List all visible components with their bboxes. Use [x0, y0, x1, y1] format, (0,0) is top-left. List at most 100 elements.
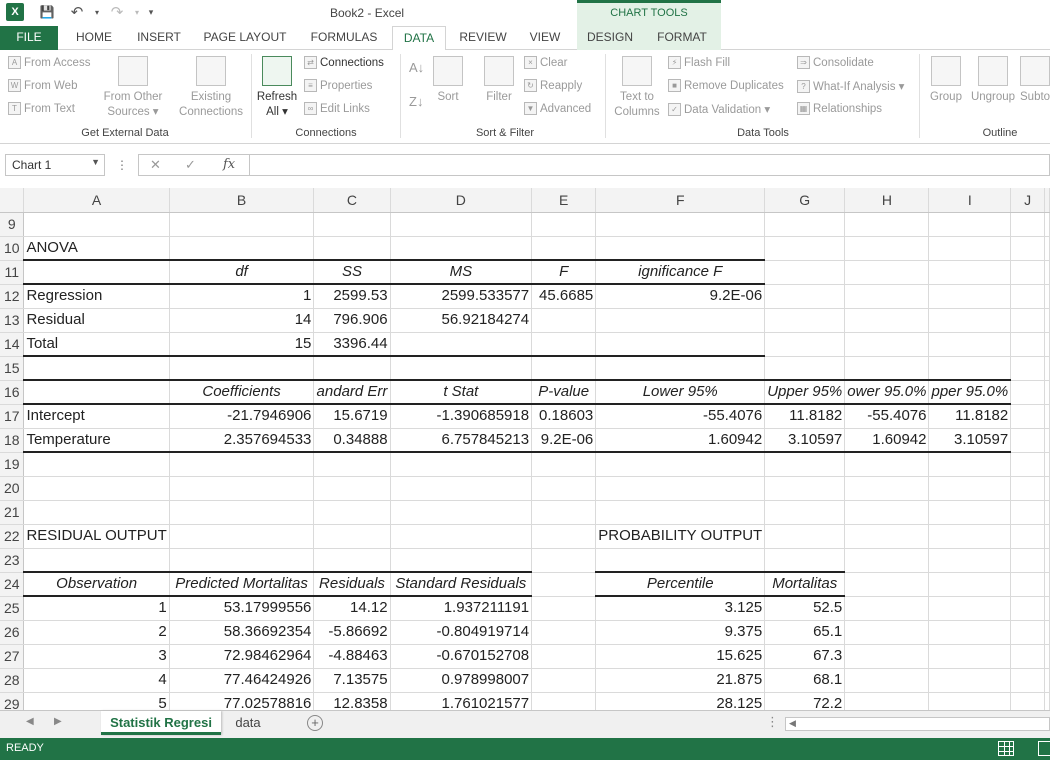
tab-file[interactable]: FILE	[0, 26, 58, 50]
cell-c19[interactable]	[313, 452, 391, 477]
row-header[interactable]: 18	[0, 428, 25, 453]
cell-c9[interactable]	[313, 212, 391, 237]
more-options-icon[interactable]: ⋮	[116, 158, 128, 172]
cell-e25[interactable]	[531, 596, 597, 621]
cell-h26[interactable]	[844, 620, 930, 645]
from-access-button[interactable]: A From Access	[8, 56, 90, 69]
row-header[interactable]: 21	[0, 500, 25, 525]
cell-j25[interactable]	[1010, 596, 1045, 621]
clear-filter-button[interactable]: × Clear	[524, 56, 567, 69]
cell-i26[interactable]	[928, 620, 1012, 645]
tab-design[interactable]: DESIGN	[577, 26, 643, 50]
sheet-tab-data[interactable]: data	[222, 711, 274, 735]
cell-h13[interactable]	[844, 308, 930, 333]
cell-a15[interactable]	[23, 356, 170, 381]
customize-qat-icon[interactable]: ▾	[142, 3, 160, 21]
cell-a28[interactable]: 4	[23, 668, 170, 693]
worksheet-grid[interactable]: A B C D E F G H I J 9 10 ANOVA 11 df SS MS Fignificance F…	[0, 188, 1050, 710]
cell-f16[interactable]: Lower 95%	[595, 379, 766, 405]
cell-c26[interactable]: -5.86692	[313, 620, 391, 645]
cell-d26[interactable]: -0.804919714	[390, 620, 533, 645]
tab-format[interactable]: FORMAT	[643, 26, 721, 50]
cell-b19[interactable]	[169, 452, 315, 477]
cell-f26[interactable]: 9.375	[595, 620, 766, 645]
row-header[interactable]: 19	[0, 452, 25, 477]
cell-b16[interactable]: Coefficients	[169, 379, 315, 405]
row-header[interactable]: 13	[0, 308, 25, 333]
cell-f24[interactable]: Percentile	[595, 571, 766, 597]
cell-i28[interactable]	[928, 668, 1012, 693]
cell-i21[interactable]	[928, 500, 1012, 525]
cell-a11[interactable]	[23, 259, 170, 285]
cell-a24[interactable]: Observation	[23, 571, 170, 597]
cell-e24[interactable]	[531, 572, 597, 597]
row-header[interactable]: 24	[0, 572, 25, 597]
cell-g24[interactable]: Mortalitas	[764, 571, 846, 597]
cell-d24[interactable]: Standard Residuals	[390, 571, 533, 597]
cell-e11[interactable]: F	[531, 259, 597, 285]
cell-e16[interactable]: P-value	[531, 379, 597, 405]
cell-h20[interactable]	[844, 476, 930, 501]
undo-dropdown-icon[interactable]: ▾	[88, 3, 106, 21]
column-header-f[interactable]: F	[595, 188, 766, 213]
column-header-a[interactable]: A	[23, 188, 170, 213]
cell-d22[interactable]	[390, 524, 533, 549]
sort-za-button[interactable]: Z↓	[409, 94, 423, 109]
cell-j9[interactable]	[1010, 212, 1045, 237]
cell-j16[interactable]	[1010, 380, 1045, 405]
cell-j28[interactable]	[1010, 668, 1045, 693]
cell-d23[interactable]	[390, 548, 533, 573]
cell-i12[interactable]	[928, 284, 1012, 309]
save-icon[interactable]: 💾	[38, 3, 56, 21]
column-header-i[interactable]: I	[928, 188, 1012, 213]
cell-e26[interactable]	[531, 620, 597, 645]
cell-f27[interactable]: 15.625	[595, 644, 766, 669]
cell-a17[interactable]: Intercept	[23, 403, 170, 429]
cell-i23[interactable]	[928, 548, 1012, 573]
cell-h27[interactable]	[844, 644, 930, 669]
tab-view[interactable]: VIEW	[520, 26, 570, 50]
row-header[interactable]: 12	[0, 284, 25, 309]
cell-i18[interactable]: 3.10597	[928, 428, 1012, 453]
cell-c13[interactable]: 796.906	[313, 308, 391, 333]
cell-i15[interactable]	[928, 356, 1012, 381]
cell-e28[interactable]	[531, 668, 597, 693]
cell-g19[interactable]	[764, 452, 846, 477]
cell-g25[interactable]: 52.5	[764, 596, 846, 621]
advanced-filter-button[interactable]: ▼ Advanced	[524, 102, 591, 115]
consolidate-button[interactable]: ⇒ Consolidate	[797, 56, 874, 69]
cell-g22[interactable]	[764, 524, 846, 549]
cell-f12[interactable]: 9.2E-06	[595, 283, 766, 309]
sheet-tab-statistik-regresi[interactable]: Statistik Regresi	[101, 711, 221, 735]
cell-h9[interactable]	[844, 212, 930, 237]
cell-f22[interactable]: PROBABILITY OUTPUT	[595, 524, 766, 549]
cell-e20[interactable]	[531, 476, 597, 501]
cell-j17[interactable]	[1010, 404, 1045, 429]
cell-g23[interactable]	[764, 548, 846, 573]
row-header[interactable]: 11	[0, 260, 25, 285]
tab-split-handle-icon[interactable]: ⋮	[766, 714, 779, 730]
cell-i20[interactable]	[928, 476, 1012, 501]
cell-h24[interactable]	[844, 572, 930, 597]
undo-icon[interactable]: ↶	[68, 3, 86, 21]
cell-e13[interactable]	[531, 308, 597, 333]
cell-i14[interactable]	[928, 332, 1012, 357]
cell-j10[interactable]	[1010, 236, 1045, 261]
cell-b21[interactable]	[169, 500, 315, 525]
cell-g11[interactable]	[764, 260, 846, 285]
cell-f11[interactable]: ignificance F	[595, 259, 766, 285]
cell-c14[interactable]: 3396.44	[313, 332, 391, 357]
cell-i10[interactable]	[928, 236, 1012, 261]
cell-g18[interactable]: 3.10597	[764, 428, 846, 453]
reapply-button[interactable]: ↻ Reapply	[524, 79, 582, 92]
tab-data[interactable]: DATA	[392, 26, 446, 51]
cancel-icon[interactable]: ✕	[150, 157, 161, 173]
cell-e10[interactable]	[531, 236, 597, 261]
cell-f23[interactable]	[595, 548, 766, 573]
text-to-columns-button[interactable]: Text to Columns	[609, 56, 665, 120]
cell-b17[interactable]: -21.7946906	[169, 403, 315, 429]
cell-c10[interactable]	[313, 236, 391, 261]
row-header[interactable]: 28	[0, 668, 25, 693]
cell-f29[interactable]: 28.125	[595, 692, 766, 710]
tab-home[interactable]: HOME	[66, 26, 122, 50]
